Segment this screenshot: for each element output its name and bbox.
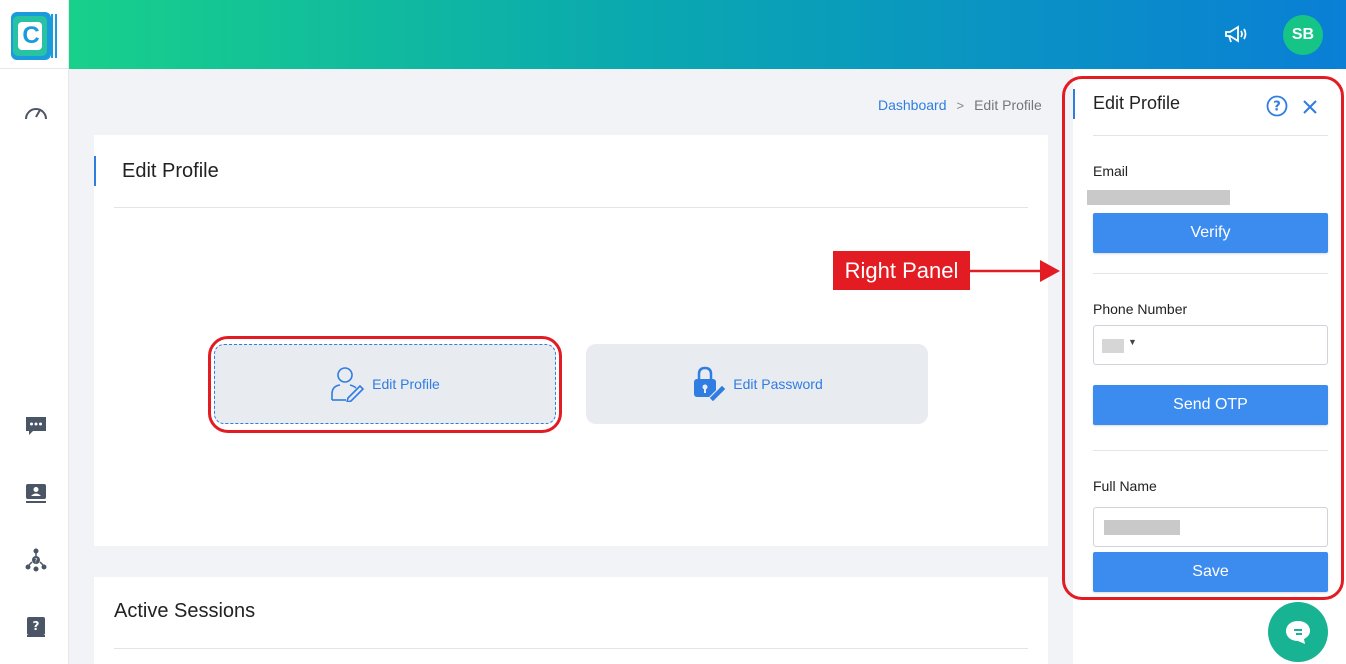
panel-divider xyxy=(1093,450,1328,451)
phone-number-input[interactable]: ▼ xyxy=(1093,325,1328,365)
lock-edit-icon xyxy=(691,365,728,404)
panel-divider xyxy=(1093,273,1328,274)
country-dropdown-caret-icon[interactable]: ▼ xyxy=(1128,337,1137,347)
edit-password-tile-label: Edit Password xyxy=(733,376,823,392)
org-chart-icon[interactable]: ? xyxy=(20,544,52,576)
email-label: Email xyxy=(1093,163,1129,179)
card-divider xyxy=(114,207,1028,208)
chat-bubble-icon xyxy=(1286,621,1310,644)
right-panel-annotation-label: Right Panel xyxy=(833,251,970,290)
edit-profile-tile[interactable]: Edit Profile xyxy=(214,344,556,424)
country-flag[interactable] xyxy=(1102,339,1124,353)
chat-icon[interactable] xyxy=(20,410,52,442)
full-name-value-redacted xyxy=(1104,520,1180,535)
svg-text:?: ? xyxy=(34,558,37,565)
edit-password-tile[interactable]: Edit Password xyxy=(586,344,928,424)
email-value-redacted xyxy=(1087,190,1230,205)
edit-profile-card: Edit Profile Edit Profile Edit Password xyxy=(94,135,1048,546)
right-panel: Edit Profile ? Email Verify Phone Number… xyxy=(1073,69,1346,664)
help-book-icon[interactable]: ? xyxy=(20,611,52,643)
edit-profile-tile-label: Edit Profile xyxy=(372,376,440,392)
id-card-icon[interactable] xyxy=(20,477,52,509)
breadcrumb: Dashboard > Edit Profile xyxy=(878,97,1042,113)
announcement-icon[interactable] xyxy=(1221,20,1251,50)
svg-text:?: ? xyxy=(33,619,40,633)
logo-divider xyxy=(0,68,69,69)
speedometer-icon[interactable] xyxy=(20,97,52,129)
annotation-arrow xyxy=(970,260,1060,282)
close-icon[interactable] xyxy=(1300,97,1320,117)
user-avatar[interactable]: SB xyxy=(1283,15,1323,55)
breadcrumb-current: Edit Profile xyxy=(974,97,1042,113)
help-icon[interactable]: ? xyxy=(1266,95,1288,117)
active-sessions-title: Active Sessions xyxy=(114,600,256,622)
sidebar: C ? ? xyxy=(0,0,69,664)
app-logo[interactable]: C xyxy=(11,12,59,60)
panel-title: Edit Profile xyxy=(1093,93,1181,113)
breadcrumb-separator: > xyxy=(956,97,965,113)
page-title: Edit Profile xyxy=(94,156,219,186)
logo-letter: C xyxy=(22,22,40,49)
panel-title-accent xyxy=(1073,89,1075,119)
active-sessions-card: Active Sessions xyxy=(94,577,1048,664)
breadcrumb-dashboard-link[interactable]: Dashboard xyxy=(878,97,947,113)
active-sessions-divider xyxy=(114,648,1028,649)
full-name-label: Full Name xyxy=(1093,478,1157,494)
panel-divider xyxy=(1093,135,1328,136)
phone-label: Phone Number xyxy=(1093,301,1188,317)
top-header: SB xyxy=(69,0,1346,69)
chat-bubble-button[interactable] xyxy=(1268,602,1328,662)
verify-button[interactable]: Verify xyxy=(1093,213,1328,253)
send-otp-button[interactable]: Send OTP xyxy=(1093,385,1328,425)
svg-text:?: ? xyxy=(1273,100,1281,115)
save-button[interactable]: Save xyxy=(1093,552,1328,592)
full-name-input[interactable] xyxy=(1093,507,1328,547)
user-edit-icon xyxy=(330,364,366,405)
